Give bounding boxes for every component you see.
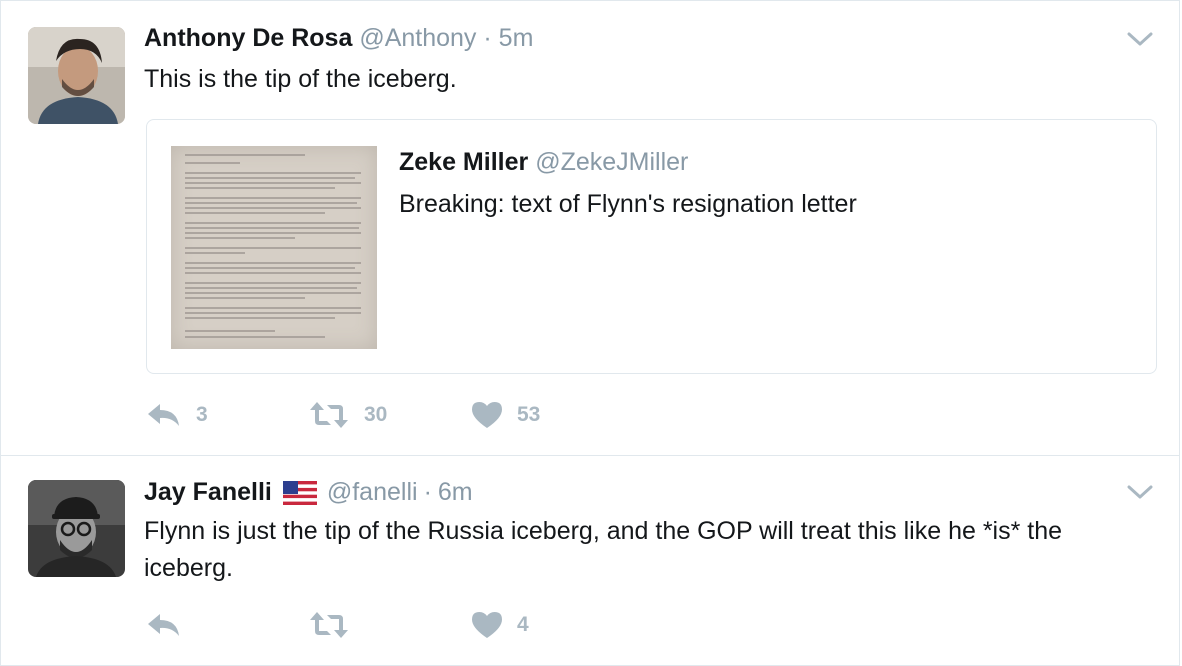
heart-icon [472,402,502,428]
chevron-down-icon[interactable] [1127,484,1153,500]
reply-button[interactable]: 3 [146,400,208,430]
like-button[interactable]: 53 [471,400,540,430]
avatar-image [28,480,125,577]
letter-image[interactable] [171,146,377,349]
chevron-down-icon[interactable] [1127,31,1153,47]
separator-dot: · [483,24,492,52]
quoted-header: Zeke Miller @ZekeJMiller [399,148,688,177]
reply-icon [148,404,179,426]
separator-dot: · [423,478,432,506]
quoted-author-handle: @ZekeJMiller [535,148,689,176]
like-count: 53 [517,403,541,426]
timestamp[interactable]: 6m [438,478,473,507]
retweet-button[interactable] [308,610,364,640]
tweet-header: Anthony De Rosa @Anthony · 5m [144,24,533,53]
us-flag-icon [282,480,317,505]
avatar-image [28,27,125,124]
like-count: 4 [517,613,529,636]
like-button[interactable]: 4 [471,610,529,640]
timestamp[interactable]: 5m [499,24,534,52]
author-handle[interactable]: @Anthony [359,24,476,52]
quoted-author-name: Zeke Miller [399,148,529,176]
tweet[interactable]: Jay Fanelli @fanelli · 6m Flynn is just … [0,455,1180,666]
heart-icon [472,612,502,638]
quoted-text: Breaking: text of Flynn's resignation le… [399,190,857,218]
avatar[interactable] [28,480,125,577]
retweet-button[interactable]: 30 [308,400,387,430]
retweet-icon [310,402,348,428]
author-handle[interactable]: @fanelli [327,478,418,507]
quoted-tweet[interactable]: Zeke Miller @ZekeJMiller Breaking: text … [146,119,1157,374]
avatar[interactable] [28,27,125,124]
retweet-count: 30 [364,403,388,426]
author-name[interactable]: Anthony De Rosa [144,24,352,52]
tweet-text: This is the tip of the iceberg. [144,65,457,93]
reply-icon [148,614,179,636]
tweet[interactable]: Anthony De Rosa @Anthony · 5m This is th… [0,0,1180,455]
tweet-header: Jay Fanelli @fanelli · 6m [144,478,473,507]
author-name[interactable]: Jay Fanelli [144,478,272,507]
reply-count: 3 [196,403,208,426]
tweet-text: Flynn is just the tip of the Russia iceb… [144,517,1063,582]
reply-button[interactable] [146,610,196,640]
retweet-icon [310,612,348,638]
